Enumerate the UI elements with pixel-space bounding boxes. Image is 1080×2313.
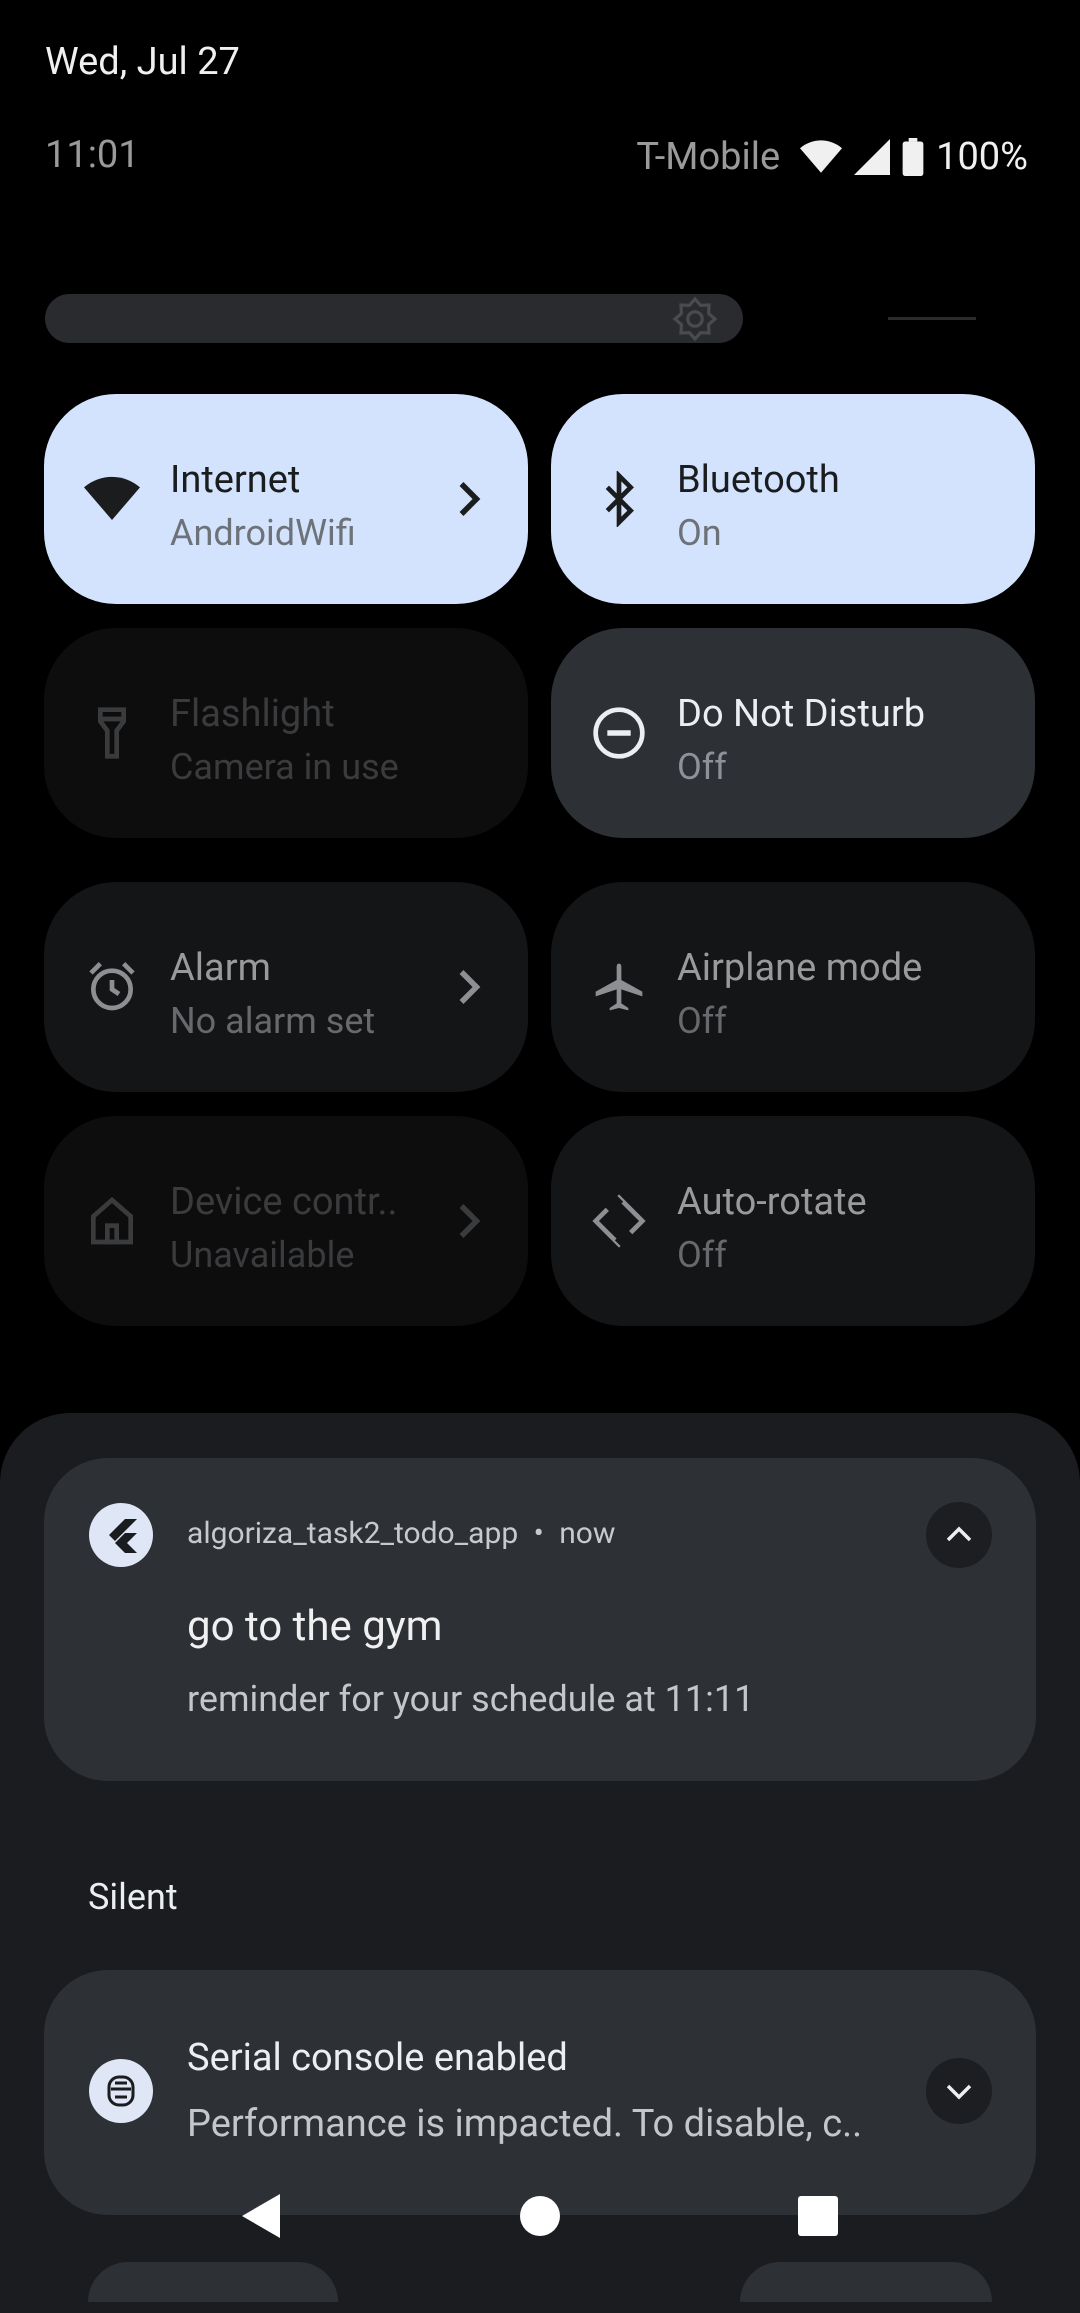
tile-title: Flashlight [170,692,335,736]
tile-bluetooth[interactable]: Bluetooth On [551,394,1035,604]
chevron-up-icon [946,1526,972,1542]
silent-notification-card[interactable] [44,1970,1036,2215]
notification-header: algoriza_task2_todo_app • now [187,1516,616,1551]
chevron-down-icon [946,2084,972,2100]
tile-flashlight[interactable]: Flashlight Camera in use [44,628,528,838]
collapse-button[interactable] [926,1502,992,1568]
battery-percent: 100% [936,135,1028,179]
tile-airplane-mode[interactable]: Airplane mode Off [551,882,1035,1092]
tile-title: Internet [170,458,301,502]
notification-text: reminder for your schedule at 11:11 [187,1678,755,1720]
tile-subtitle: Unavailable [170,1234,355,1276]
wifi-icon [84,476,140,520]
brightness-slider[interactable] [45,294,743,343]
home-nav-icon[interactable] [510,2186,570,2246]
silent-section-label: Silent [88,1876,178,1918]
alarm-icon [89,962,135,1011]
notification-title: go to the gym [187,1602,443,1651]
auto-rotate-icon [592,1193,646,1249]
tile-device-controls[interactable]: Device contr.. Unavailable [44,1116,528,1326]
tile-subtitle: AndroidWifi [170,512,356,554]
manage-button-peek[interactable] [88,2262,338,2302]
tile-do-not-disturb[interactable]: Do Not Disturb Off [551,628,1035,838]
android-system-icon [89,2059,153,2123]
wifi-signal-icon [800,140,843,173]
tile-subtitle: Camera in use [170,746,399,788]
back-icon[interactable] [230,2186,290,2246]
flutter-app-icon [89,1503,153,1567]
recents-icon[interactable] [788,2186,848,2246]
airplane-icon [595,963,643,1011]
chevron-right-icon[interactable] [454,479,484,519]
tile-subtitle: Off [677,1234,727,1276]
home-icon [91,1196,133,1245]
tile-title: Auto-rotate [677,1180,867,1224]
tile-auto-rotate[interactable]: Auto-rotate Off [551,1116,1035,1326]
brightness-icon[interactable] [671,295,719,343]
tile-subtitle: On [677,512,722,554]
tile-subtitle: No alarm set [170,1000,376,1042]
tile-title: Airplane mode [677,946,923,990]
bluetooth-icon [605,471,634,527]
clock: 11:01 [45,133,140,177]
date: Wed, Jul 27 [45,40,240,84]
notification-time: now [559,1516,616,1551]
tile-subtitle: Off [677,1000,727,1042]
expand-button[interactable] [926,2058,992,2124]
flashlight-icon [98,707,126,759]
tile-alarm[interactable]: Alarm No alarm set [44,882,528,1092]
cell-signal-icon [854,139,891,175]
battery-icon [902,138,924,176]
clear-all-button-peek[interactable] [740,2262,992,2302]
status-icons: T-Mobile 100% [636,135,1028,179]
tile-title: Device contr.. [170,1180,398,1224]
chevron-right-icon[interactable] [454,967,484,1007]
tile-title: Alarm [170,946,271,990]
tile-subtitle: Off [677,746,727,788]
do-not-disturb-icon [593,707,645,759]
notification-app-name: algoriza_task2_todo_app [187,1516,519,1551]
carrier-label: T-Mobile [636,135,781,179]
silent-notification-title: Serial console enabled [187,2036,568,2080]
tile-internet[interactable]: Internet AndroidWifi [44,394,528,604]
silent-notification-text: Performance is impacted. To disable, c.. [187,2102,863,2146]
brightness-track-rest [888,317,976,320]
tile-title: Bluetooth [677,458,840,502]
tile-title: Do Not Disturb [677,692,926,736]
chevron-right-icon[interactable] [454,1201,484,1241]
